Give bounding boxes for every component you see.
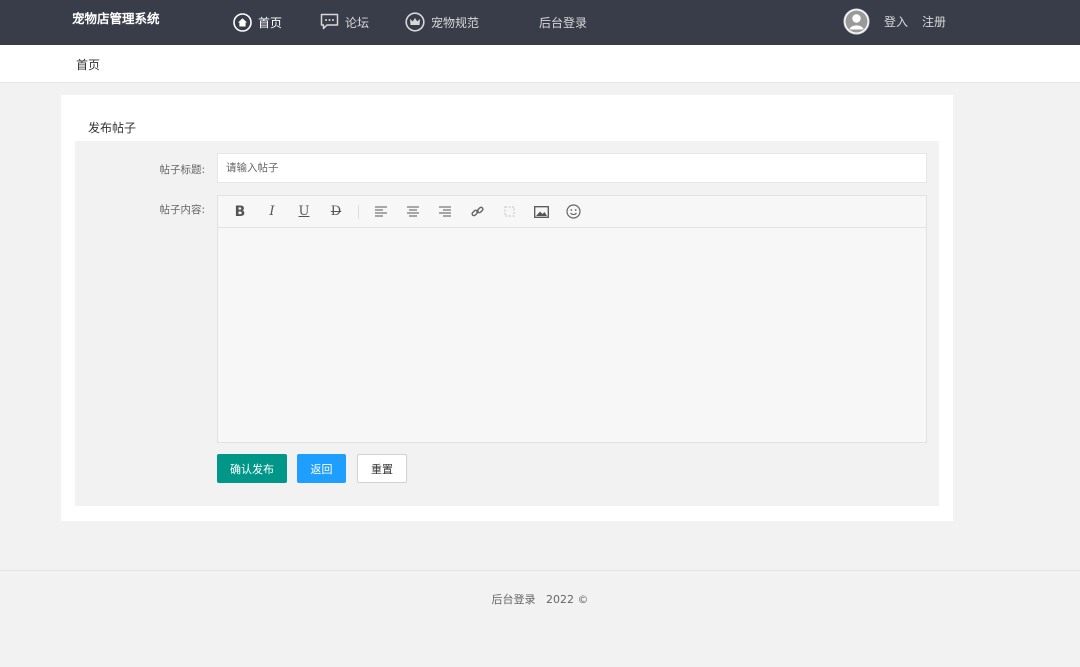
confirm-publish-button[interactable]: 确认发布 [217, 454, 287, 483]
nav-admin-login[interactable]: 后台登录 [539, 11, 587, 33]
link-icon[interactable] [461, 196, 493, 228]
footer: 后台登录 2022 © [0, 570, 1080, 667]
nav-pet-rules[interactable]: 宠物规范 [405, 11, 479, 33]
back-button[interactable]: 返回 [297, 454, 346, 483]
strikethrough-icon[interactable]: D [320, 196, 352, 228]
top-navbar: 宠物店管理系统 首页 论坛 宠物规范 后台登录 登入 注册 [0, 0, 1080, 45]
toolbar-divider [358, 204, 359, 219]
content-label: 帖子内容: [159, 204, 205, 216]
nav-home-label: 首页 [258, 15, 283, 30]
card-title: 发布帖子 [88, 121, 137, 135]
register-link[interactable]: 注册 [922, 13, 946, 30]
align-right-icon[interactable] [429, 196, 461, 228]
title-label: 帖子标题: [159, 164, 205, 176]
align-center-icon[interactable] [397, 196, 429, 228]
nav-pet-rules-label: 宠物规范 [431, 15, 480, 30]
unlink-icon[interactable] [493, 196, 525, 228]
login-link[interactable]: 登入 [884, 13, 908, 30]
image-icon[interactable] [525, 196, 557, 228]
home-icon [233, 12, 252, 32]
nav-forum[interactable]: 论坛 [320, 11, 369, 33]
brand-title: 宠物店管理系统 [72, 11, 160, 26]
nav-admin-login-label: 后台登录 [539, 15, 588, 30]
footer-text: 后台登录 2022 © [491, 593, 589, 606]
italic-icon[interactable]: I [256, 196, 288, 228]
bold-icon[interactable]: B [224, 196, 256, 228]
emoji-icon[interactable] [557, 196, 589, 228]
rich-text-editor: B I U D [217, 195, 927, 443]
breadcrumb: 首页 [0, 45, 1080, 83]
nav-forum-label: 论坛 [345, 15, 370, 30]
breadcrumb-home[interactable]: 首页 [76, 56, 100, 73]
avatar-icon[interactable] [843, 8, 870, 35]
reset-button[interactable]: 重置 [357, 454, 407, 483]
crown-icon [405, 12, 425, 32]
post-title-input[interactable] [217, 153, 927, 183]
form-panel: 帖子标题: 帖子内容: B I U D [75, 141, 939, 506]
underline-icon[interactable]: U [288, 196, 320, 228]
post-form-card: 发布帖子 帖子标题: 帖子内容: B I U D [61, 95, 953, 521]
nav-home[interactable]: 首页 [233, 11, 282, 33]
editor-content-area[interactable] [218, 228, 926, 442]
user-area: 登入 注册 [843, 8, 946, 35]
editor-toolbar: B I U D [218, 196, 926, 228]
align-left-icon[interactable] [365, 196, 397, 228]
chat-icon [320, 13, 339, 30]
